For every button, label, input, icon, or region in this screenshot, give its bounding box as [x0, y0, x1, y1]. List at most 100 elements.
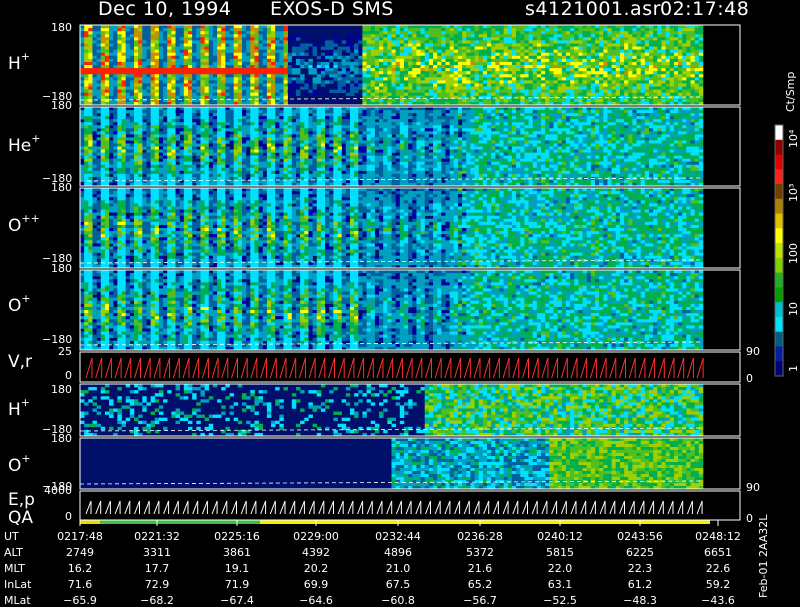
spectrogram-cell: [150, 176, 156, 181]
spectrogram-cell: [250, 143, 255, 147]
spectrogram-cell: [536, 77, 542, 81]
spectrogram-cell: [420, 86, 426, 90]
spectrogram-cell: [644, 52, 650, 57]
spectrogram-cell: [146, 77, 151, 81]
spectrogram-cell: [690, 74, 695, 78]
spectrogram-cell: [453, 34, 459, 38]
spectrogram-cell: [682, 83, 687, 87]
spectrogram-cell: [258, 167, 264, 172]
spectrogram-cell: [478, 28, 484, 32]
spectrogram-cell: [279, 113, 284, 117]
spectrogram-cell: [491, 52, 496, 57]
spectrogram-cell: [453, 80, 459, 84]
spectrogram-cell: [300, 131, 305, 135]
spectrogram-cell: [487, 92, 492, 97]
spectrogram-cell: [84, 164, 89, 169]
spectrogram-cell: [113, 122, 118, 126]
spectrogram-cell: [171, 113, 176, 117]
spectrogram-cell: [453, 46, 459, 50]
spectrogram-cell: [258, 152, 264, 156]
spectrogram-cell: [491, 28, 496, 32]
spectrogram-cell: [408, 65, 413, 69]
spectrogram-cell: [570, 86, 575, 90]
spectrogram-cell: [649, 83, 654, 87]
spectrogram-cell: [241, 46, 247, 50]
spectrogram-cell: [196, 89, 201, 93]
spectrogram-cell: [374, 40, 380, 44]
spectrogram-cell: [474, 61, 480, 66]
spectrogram-cell: [233, 71, 239, 75]
spectrogram-cell: [615, 46, 621, 50]
spectrogram-cell: [237, 83, 243, 87]
spectrogram-cell: [121, 65, 126, 69]
spectrogram-cell: [516, 40, 521, 44]
spectrogram-cell: [146, 43, 151, 47]
spectrogram-cell: [154, 137, 160, 141]
spectrogram-cell: [337, 80, 342, 84]
spectrogram-cell: [507, 28, 513, 32]
spectrogram-chart: [79, 24, 784, 526]
spectrogram-cell: [532, 31, 538, 35]
spectrogram-cell: [395, 52, 401, 57]
spectrogram-cell: [237, 37, 243, 41]
spectrogram-cell: [254, 119, 259, 123]
spectrogram-cell: [445, 25, 450, 29]
spectrogram-cell: [482, 83, 488, 87]
spectrogram-cell: [138, 89, 143, 93]
spectrogram-cell: [445, 68, 450, 72]
spectrogram-cell: [96, 77, 102, 81]
spectrogram-cell: [366, 86, 372, 90]
spectrogram-cell: [470, 49, 475, 53]
spectrogram-cell: [138, 55, 143, 60]
spectrogram-cell: [163, 43, 168, 47]
spectrogram-cell: [179, 113, 185, 117]
spectrogram-cell: [204, 143, 210, 147]
spectrogram-cell: [599, 43, 604, 47]
spectrogram-cell: [125, 95, 131, 100]
spectrogram-cell: [266, 113, 272, 117]
spectrogram-cell: [221, 122, 226, 126]
spectrogram-cell: [578, 65, 583, 69]
spectrogram-cell: [196, 52, 201, 57]
spectrogram-cell: [524, 77, 529, 81]
spectrogram-cell: [329, 71, 334, 75]
spectrogram-cell: [196, 134, 201, 138]
spectrogram-cell: [482, 71, 488, 75]
spectrogram-cell: [553, 71, 558, 75]
spectrogram-cell: [628, 43, 633, 47]
spectrogram-cell: [491, 58, 496, 63]
spectrogram-cell: [225, 137, 230, 141]
spectrogram-cell: [109, 74, 114, 78]
spectrogram-cell: [117, 92, 122, 97]
spectrogram-cell: [183, 143, 189, 147]
spectrogram-cell: [578, 46, 583, 50]
spectrogram-cell: [154, 107, 160, 111]
spectrogram-cell: [117, 176, 122, 181]
spectrogram-cell: [250, 149, 255, 153]
spectrogram-cell: [387, 83, 392, 87]
spectrogram-cell: [511, 68, 517, 72]
spectrogram-cell: [204, 83, 210, 87]
spectrogram-cell: [117, 113, 122, 117]
spectrogram-cell: [167, 28, 172, 32]
spectrogram-cell: [561, 77, 567, 81]
spectrogram-cell: [420, 31, 426, 35]
spectrogram-cell: [420, 25, 426, 29]
spectrogram-cell: [179, 116, 185, 120]
spectrogram-cell: [557, 58, 563, 63]
spectrogram-cell: [516, 46, 521, 50]
spectrogram-cell: [117, 173, 122, 178]
spectrogram-cell: [532, 25, 538, 29]
spectrogram-cell: [121, 43, 126, 47]
spectrogram-cell: [649, 74, 654, 78]
spectrogram-cell: [175, 89, 180, 93]
spectrogram-cell: [470, 65, 475, 69]
spectrogram-cell: [545, 86, 550, 90]
spectrogram-cell: [221, 152, 226, 156]
spectrogram-cell: [474, 49, 480, 53]
spectrogram-cell: [678, 61, 683, 66]
spectrogram-cell: [271, 74, 276, 78]
spectrogram-cell: [229, 25, 234, 29]
spectrogram-cell: [133, 134, 139, 138]
spectrogram-cell: [408, 68, 413, 72]
